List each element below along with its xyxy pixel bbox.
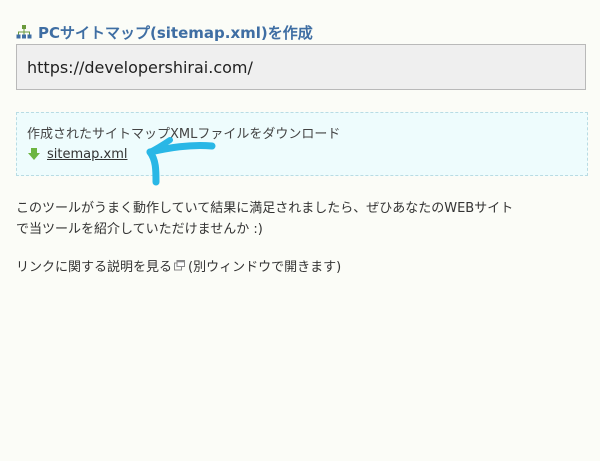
sitemap-icon bbox=[16, 25, 32, 39]
feedback-message-line-1: このツールがうまく動作していて結果に満足されましたら、ぜひあなたのWEBサイト bbox=[16, 201, 514, 216]
hand-drawn-arrow-icon bbox=[146, 137, 216, 186]
site-url-input[interactable] bbox=[16, 44, 586, 90]
download-arrow-icon bbox=[28, 148, 40, 160]
feedback-message-line-2: で当ツールを紹介していただけませんか :) bbox=[16, 222, 263, 237]
feedback-message: このツールがうまく動作していて結果に満足されましたら、ぜひあなたのWEBサイト … bbox=[16, 198, 586, 240]
sitemap-download-link[interactable]: sitemap.xml bbox=[47, 147, 127, 162]
download-link-row: sitemap.xml bbox=[27, 145, 127, 163]
help-link[interactable]: リンクに関する説明を見る bbox=[16, 256, 172, 275]
help-suffix: (別ウィンドウで開きます) bbox=[188, 260, 342, 275]
sitemap-section-title: PCサイトマップ(sitemap.xml)を作成 bbox=[16, 20, 313, 44]
section-title-text: PCサイトマップ(sitemap.xml)を作成 bbox=[38, 23, 313, 42]
external-window-icon[interactable] bbox=[174, 260, 186, 271]
help-row: リンクに関する説明を見る (別ウィンドウで開きます) bbox=[16, 256, 341, 275]
download-panel: 作成されたサイトマップXMLファイルをダウンロード sitemap.xml bbox=[16, 112, 588, 176]
